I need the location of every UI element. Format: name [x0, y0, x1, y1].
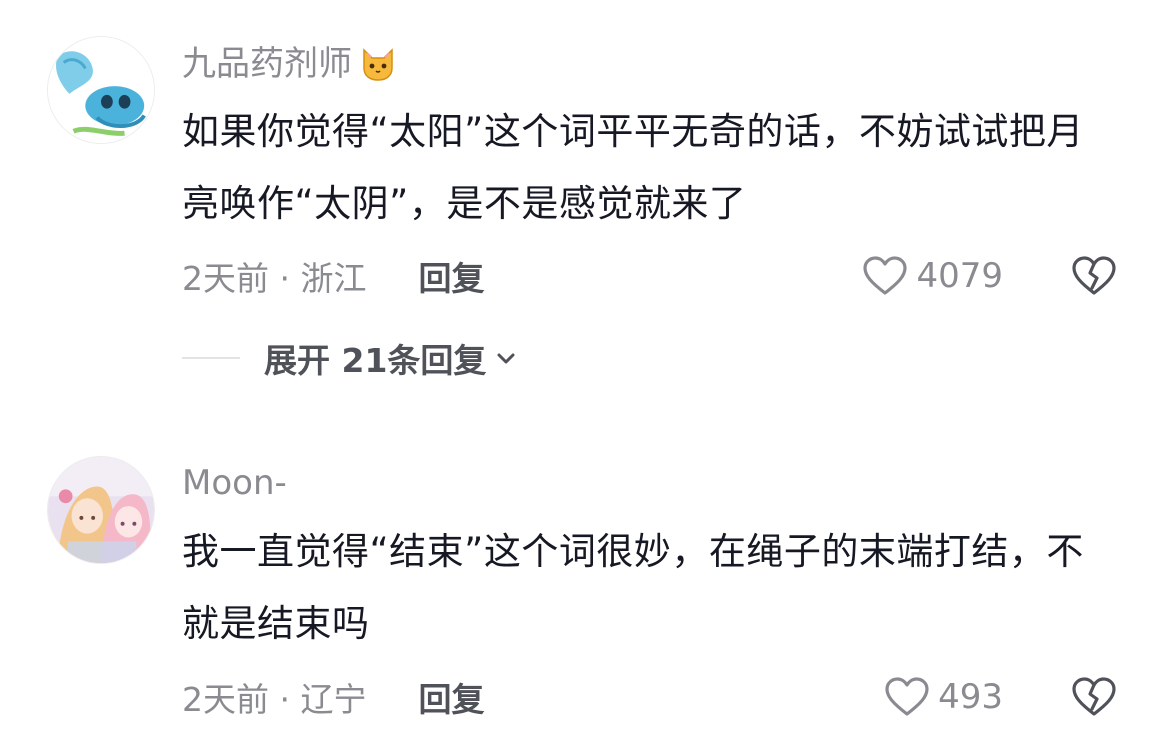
expand-replies-label: 展开 21条回复 [264, 341, 487, 380]
comment-time-location: 2天前 · 浙江 [182, 259, 367, 298]
dislike-button[interactable] [1071, 676, 1117, 718]
username-row: Moon- [182, 461, 287, 505]
avatar[interactable] [47, 36, 155, 144]
comment-text: 我一直觉得“结束”这个词很妙，在绳子的末端打结，不就是结束吗 [182, 530, 1084, 645]
reply-button[interactable]: 回复 [418, 252, 484, 300]
like-button[interactable]: 4079 [862, 255, 1003, 297]
heart-outline-icon [863, 256, 908, 295]
comment-text: 如果你觉得“太阳”这个词平平无奇的话，不妨试试把月亮唤作“太阴”，是不是感觉就来… [182, 110, 1084, 225]
avatar-image [48, 457, 154, 563]
chevron-down-icon [497, 353, 515, 364]
broken-heart-icon [1072, 677, 1116, 716]
username[interactable]: Moon- [182, 461, 287, 505]
divider-line [182, 357, 240, 359]
comment-meta: 2天前 · 浙江 回复 4079 [182, 251, 1117, 301]
dislike-button[interactable] [1071, 255, 1117, 297]
heart-outline-icon [885, 677, 929, 716]
expand-replies-button[interactable]: 展开 21条回复 [182, 333, 518, 383]
reply-button[interactable]: 回复 [418, 673, 484, 721]
broken-heart-icon [1072, 256, 1116, 295]
like-count: 493 [938, 677, 1003, 717]
comment-time-location: 2天前 · 辽宁 [182, 680, 367, 719]
avatar[interactable] [47, 456, 155, 564]
cat-face-emoji-icon [358, 44, 398, 84]
username-row: 九品药剂师 [182, 42, 398, 86]
comment-meta: 2天前 · 辽宁 回复 493 [182, 672, 1117, 722]
like-count: 4079 [916, 256, 1003, 296]
like-button[interactable]: 493 [884, 676, 1003, 718]
username[interactable]: 九品药剂师 [182, 42, 352, 86]
avatar-image [48, 37, 154, 143]
